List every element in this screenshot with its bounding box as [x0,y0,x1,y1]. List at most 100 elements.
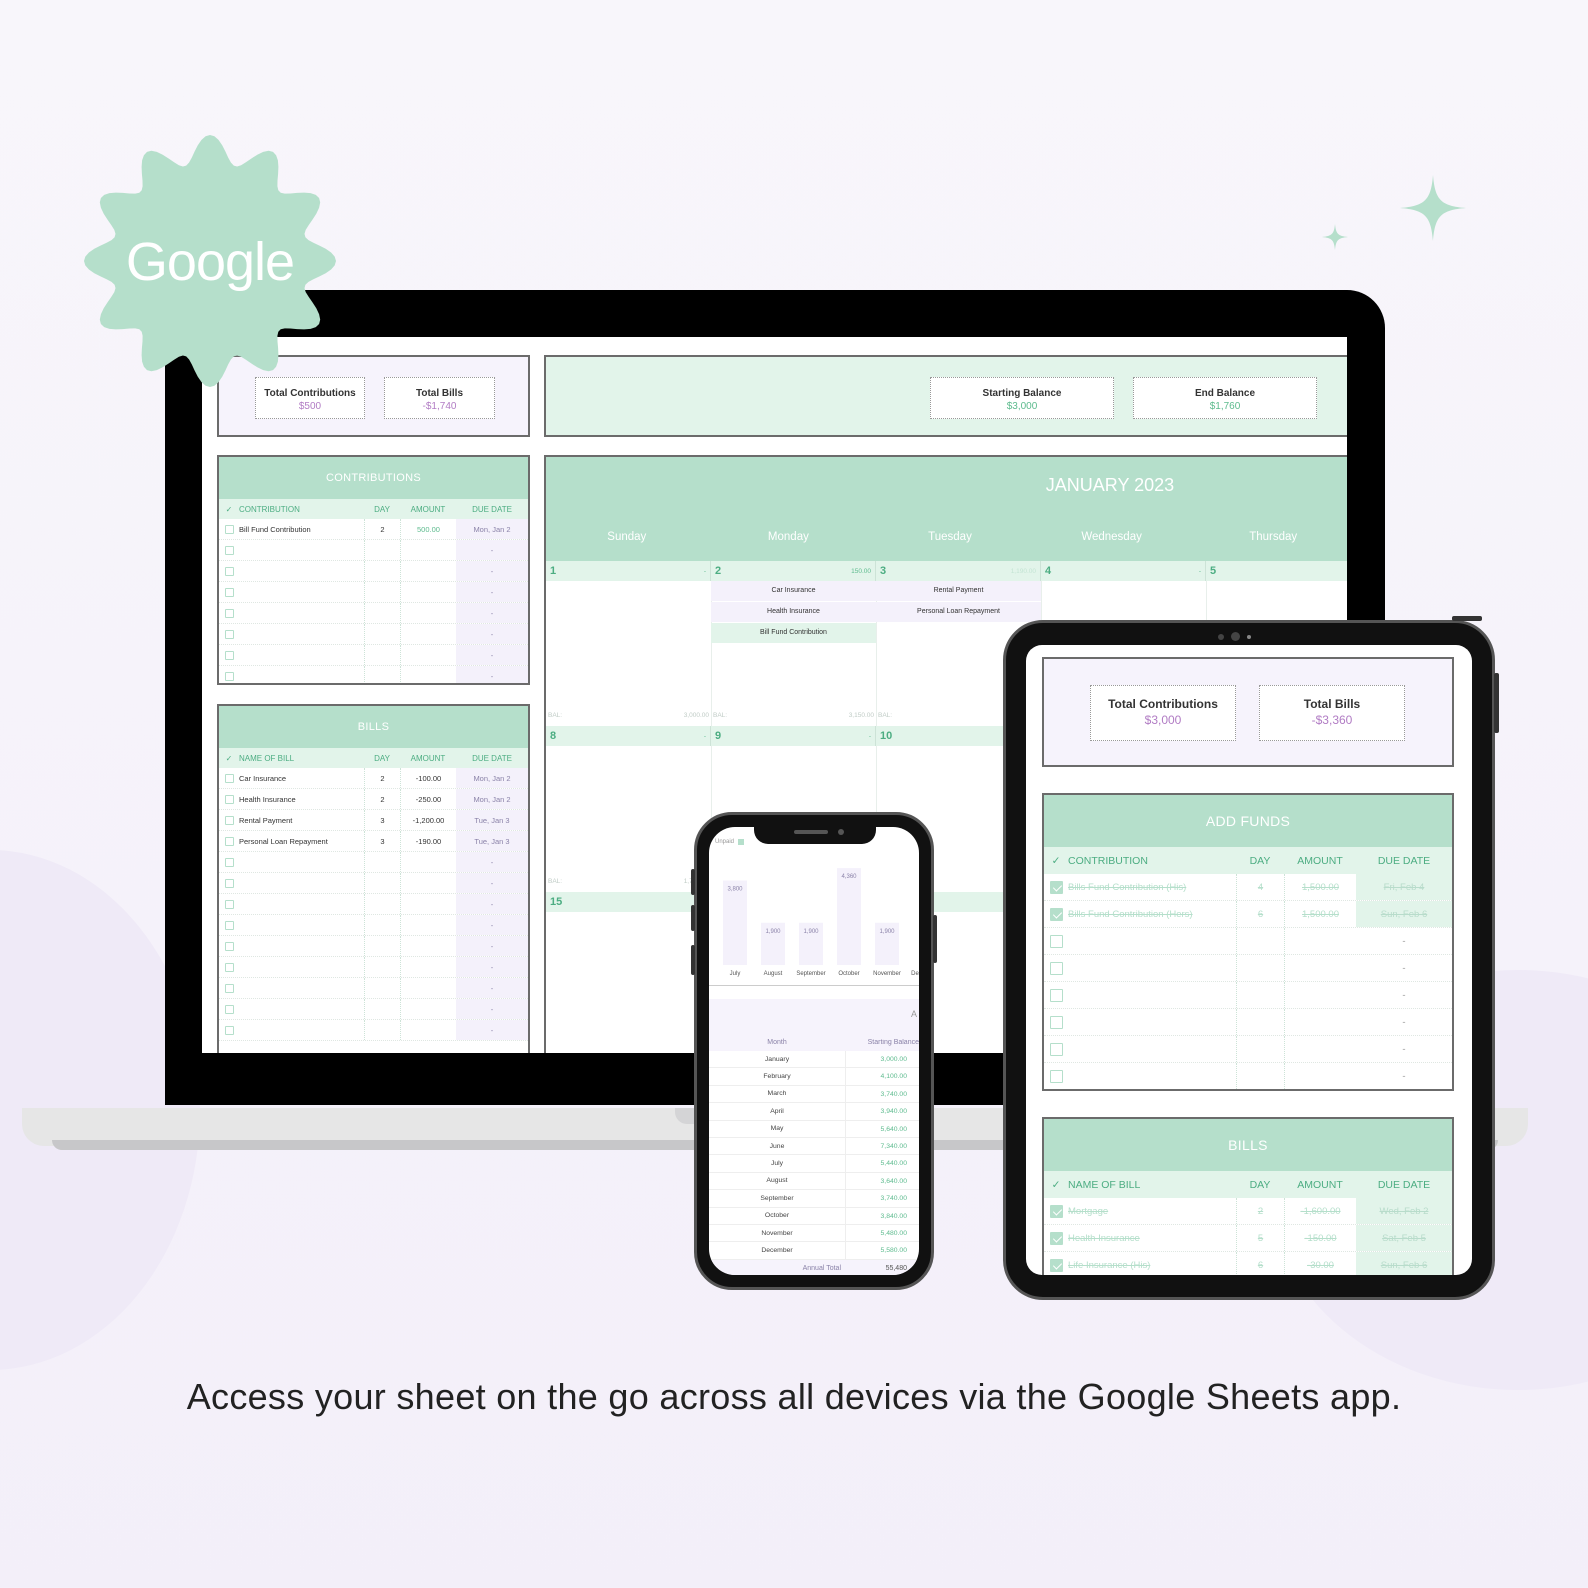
monthly-bar-chart: 3,800 July 1,900 August 1,900 September 4,360 O… [723,868,919,977]
table-row: Mortgage 2 -1,600.00 Wed, Feb 2 [1044,1198,1452,1225]
date-cell[interactable]: 4- [1041,561,1206,581]
checkbox[interactable] [224,836,234,846]
date-cell[interactable]: 8- [546,726,711,746]
calendar-event[interactable]: Health Insurance [711,602,876,622]
bar-value-label: 1,900 [879,929,895,935]
date-cell[interactable]: 2 150.00 [711,561,876,581]
checkbox[interactable] [1049,1204,1063,1218]
checkbox[interactable] [1049,988,1063,1002]
month-starting-balance: 5,480.00 [845,1224,919,1242]
check-cell [1044,988,1068,1002]
checkbox[interactable] [224,650,234,660]
checkbox[interactable] [1049,961,1063,975]
check-cell [219,671,239,681]
tablet-bills-rows: Mortgage 2 -1,600.00 Wed, Feb 2 Health Insur… [1044,1198,1452,1275]
checkbox[interactable] [224,941,234,951]
table-row: Health Insurance 5 -150.00 Sat, Feb 5 [1044,1225,1452,1252]
row-amount: 500.00 [400,519,456,539]
amount-header: AMOUNT [1297,1178,1343,1191]
calendar-event[interactable]: Bill Fund Contribution [711,623,876,643]
row-amount [400,561,456,581]
checkbox[interactable] [1049,1015,1063,1029]
calendar-event[interactable]: Car Insurance [711,581,876,601]
row-due-date: - [456,936,528,956]
date-cell[interactable]: 3 1,190.00 [876,561,1041,581]
check-cell [219,524,239,534]
date-amount: 1,190.00 [1010,567,1036,575]
checkbox[interactable] [1049,907,1063,921]
row-day: 4 [1236,874,1284,900]
due-header: DUE DATE [1377,1178,1431,1191]
balance-box: Starting Balance $3,000 End Balance $1,7… [544,355,1347,437]
annual-total-row: Annual Total 55,480 [709,1259,919,1275]
checkbox[interactable] [1049,1069,1063,1083]
checkbox[interactable] [224,1004,234,1014]
checkbox[interactable] [224,899,234,909]
sparkle-small-icon [1322,224,1348,250]
checkbox[interactable] [224,524,234,534]
checkbox[interactable] [224,983,234,993]
checkbox[interactable] [224,794,234,804]
row-amount [1284,928,1356,954]
annual-section-title: A [910,1009,917,1019]
check-cell [219,983,239,993]
row-due-date: Sun, Feb 6 [1356,1252,1452,1275]
calendar-header [546,457,1347,561]
date-cell[interactable]: 5 [1206,561,1347,581]
checkbox[interactable] [1049,1231,1063,1245]
checkbox[interactable] [224,566,234,576]
bar-october [837,868,861,965]
calendar-event[interactable]: Rental Payment [876,581,1041,601]
row-day: 3 [364,810,400,830]
row-due-date: - [456,957,528,977]
balance-label: BAL: [878,712,893,719]
date-amount: - [703,567,706,575]
starting-balance-label: Starting Balance [982,388,1062,399]
row-day: 2 [364,768,400,788]
checkbox[interactable] [1049,1258,1063,1272]
tablet-total-bills-value: -$3,360 [1311,713,1353,727]
checkbox[interactable] [224,608,234,618]
checkbox[interactable] [224,815,234,825]
checkbox[interactable] [224,920,234,930]
row-due-date: - [456,894,528,914]
tablet-summary-box: Total Contributions $3,000 Total Bills -… [1042,657,1454,767]
check-cell [219,587,239,597]
annual-table-row: October 3,840.00 [709,1207,919,1225]
date-cell[interactable]: 15 [546,892,711,912]
checkbox[interactable] [224,773,234,783]
date-amount: - [1198,567,1201,575]
checkbox[interactable] [224,545,234,555]
date-cell[interactable]: 1- [546,561,711,581]
add-funds-table: ADD FUNDS ✓ CONTRIBUTION DAY AMOUNT DUE … [1042,793,1454,1091]
checkbox[interactable] [1049,934,1063,948]
row-amount [400,936,456,956]
check-cell [1044,1258,1068,1272]
row-amount [400,666,456,683]
volume-up-button [691,869,695,895]
checkbox[interactable] [224,1025,234,1035]
check-cell [219,566,239,576]
speaker-icon [794,830,828,834]
month-name: May [770,1125,784,1133]
checkbox[interactable] [224,587,234,597]
checkbox[interactable] [224,962,234,972]
checkbox[interactable] [224,857,234,867]
check-header: ✓ [1051,854,1061,867]
date-cell[interactable]: 9- [711,726,876,746]
checkbox[interactable] [224,629,234,639]
month-starting-balance: 3,740.00 [845,1190,919,1207]
tablet-screen: Total Contributions $3,000 Total Bills -… [1026,645,1472,1275]
check-header: ✓ [225,753,233,763]
date-amount: - [868,732,871,740]
month-name: December [761,1246,793,1254]
checkbox[interactable] [224,671,234,681]
checkbox[interactable] [224,878,234,888]
checkbox[interactable] [1049,880,1063,894]
check-cell [219,920,239,930]
row-due-date: - [456,645,528,665]
row-due-date: - [456,915,528,935]
balance-label: BAL: [548,712,563,719]
checkbox[interactable] [1049,1042,1063,1056]
calendar-event[interactable]: Personal Loan Repayment [876,602,1041,622]
